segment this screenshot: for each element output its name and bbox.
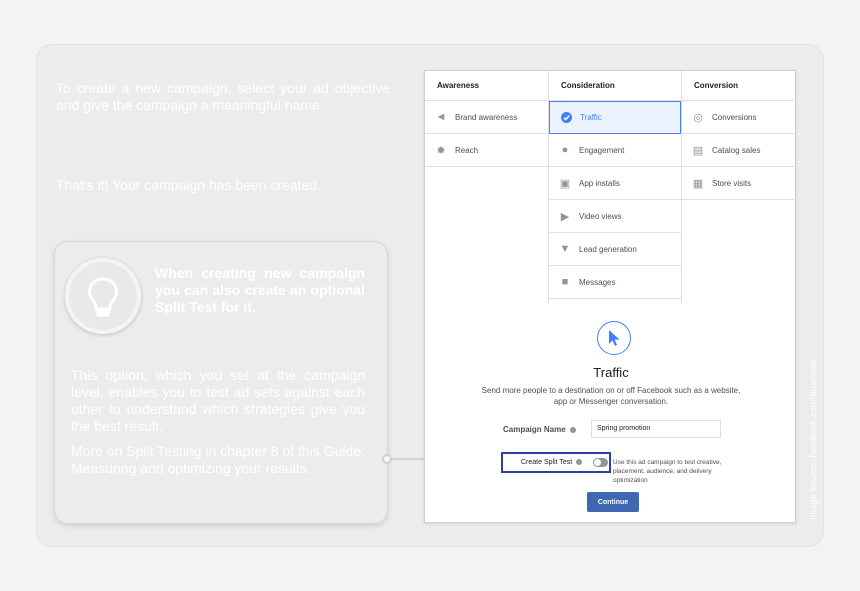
tip-body: This option, which you set at the campai… <box>71 367 365 477</box>
people-icon: ● <box>561 144 569 156</box>
tip-paragraph: This option, which you set at the campai… <box>71 367 365 434</box>
objective-engagement[interactable]: ● Engagement <box>549 134 681 167</box>
facebook-campaign-screenshot: Awareness ◄ Brand awareness ✸ Reach Cons… <box>424 70 797 523</box>
chat-icon: ■ <box>561 276 569 288</box>
objective-catalog-sales[interactable]: ▤ Catalog sales <box>682 134 797 167</box>
image-credit: Image source: facebook.com/business <box>808 359 818 520</box>
globe-icon: ◎ <box>693 111 703 124</box>
megaphone-icon: ◄ <box>435 111 447 123</box>
split-test-emphasis: Split Test <box>155 299 217 315</box>
reach-icon: ✸ <box>436 144 446 157</box>
column-consideration: Consideration Traffic ● Engagement ▣ App… <box>549 71 682 303</box>
store-icon: ▦ <box>692 177 704 190</box>
check-circle-icon <box>560 112 572 124</box>
campaign-name-input[interactable]: Spring promotion <box>591 420 721 438</box>
objective-conversions[interactable]: ◎ Conversions <box>682 101 797 134</box>
campaign-name-label: Campaign Name <box>503 425 576 434</box>
objective-description: Send more people to a destination on or … <box>481 386 741 406</box>
tip-card: When creating new campaign you can also … <box>54 241 388 524</box>
lightbulb-icon <box>65 258 141 334</box>
column-header: Conversion <box>682 71 797 101</box>
objective-messages[interactable]: ■ Messages <box>549 266 681 299</box>
split-test-description: Use this ad campaign to test creative, p… <box>613 459 722 484</box>
cursor-icon <box>597 321 631 355</box>
video-icon: ▶ <box>560 210 570 223</box>
cart-icon: ▤ <box>692 144 704 157</box>
connector-dot-start <box>382 454 392 464</box>
split-test-toggle[interactable] <box>593 458 608 467</box>
funnel-icon: ▼ <box>559 243 571 255</box>
column-awareness: Awareness ◄ Brand awareness ✸ Reach <box>425 71 549 303</box>
box-icon: ▣ <box>559 177 571 190</box>
tip-heading: When creating new campaign you can also … <box>155 265 365 315</box>
info-icon <box>576 459 583 466</box>
column-conversion: Conversion ◎ Conversions ▤ Catalog sales… <box>682 71 797 200</box>
done-text: That's it! Your campaign has been create… <box>56 177 321 193</box>
column-header: Consideration <box>549 71 681 101</box>
tip-paragraph: More on Split Testing in chapter 8 of th… <box>71 443 365 476</box>
objective-title: Traffic <box>593 365 629 380</box>
objective-brand-awareness[interactable]: ◄ Brand awareness <box>425 101 548 134</box>
objective-traffic[interactable]: Traffic <box>549 101 681 134</box>
column-header: Awareness <box>425 71 548 101</box>
objective-app-installs[interactable]: ▣ App installs <box>549 167 681 200</box>
objective-reach[interactable]: ✸ Reach <box>425 134 548 167</box>
intro-text: To create a new campaign, select your ad… <box>56 80 390 113</box>
objective-store-visits[interactable]: ▦ Store visits <box>682 167 797 200</box>
continue-button[interactable]: Continue <box>587 492 639 512</box>
split-test-label: Create Split Test <box>521 459 583 466</box>
objective-lead-generation[interactable]: ▼ Lead generation <box>549 233 681 266</box>
objective-video-views[interactable]: ▶ Video views <box>549 200 681 233</box>
info-icon <box>569 426 576 433</box>
split-test-highlight: Create Split Test <box>501 452 611 473</box>
